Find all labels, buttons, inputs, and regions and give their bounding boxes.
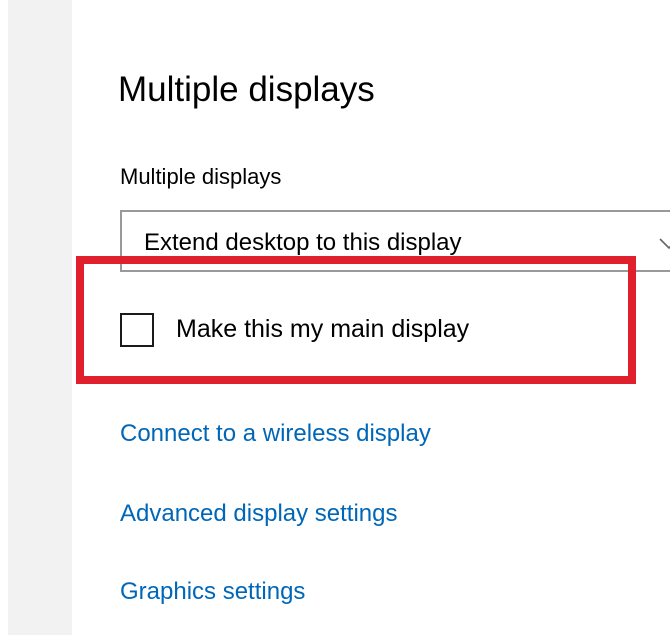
section-title: Multiple displays: [118, 70, 375, 109]
dropdown-selected-value: Extend desktop to this display: [144, 229, 462, 256]
connect-wireless-display-link[interactable]: Connect to a wireless display: [120, 420, 431, 448]
graphics-settings-link[interactable]: Graphics settings: [120, 578, 305, 606]
multiple-displays-label: Multiple displays: [120, 164, 282, 189]
highlight-annotation-box: [76, 256, 636, 384]
settings-sidebar: [8, 0, 72, 635]
advanced-display-settings-link[interactable]: Advanced display settings: [120, 500, 398, 528]
chevron-down-icon: [659, 238, 670, 250]
window-left-edge: [0, 0, 8, 635]
